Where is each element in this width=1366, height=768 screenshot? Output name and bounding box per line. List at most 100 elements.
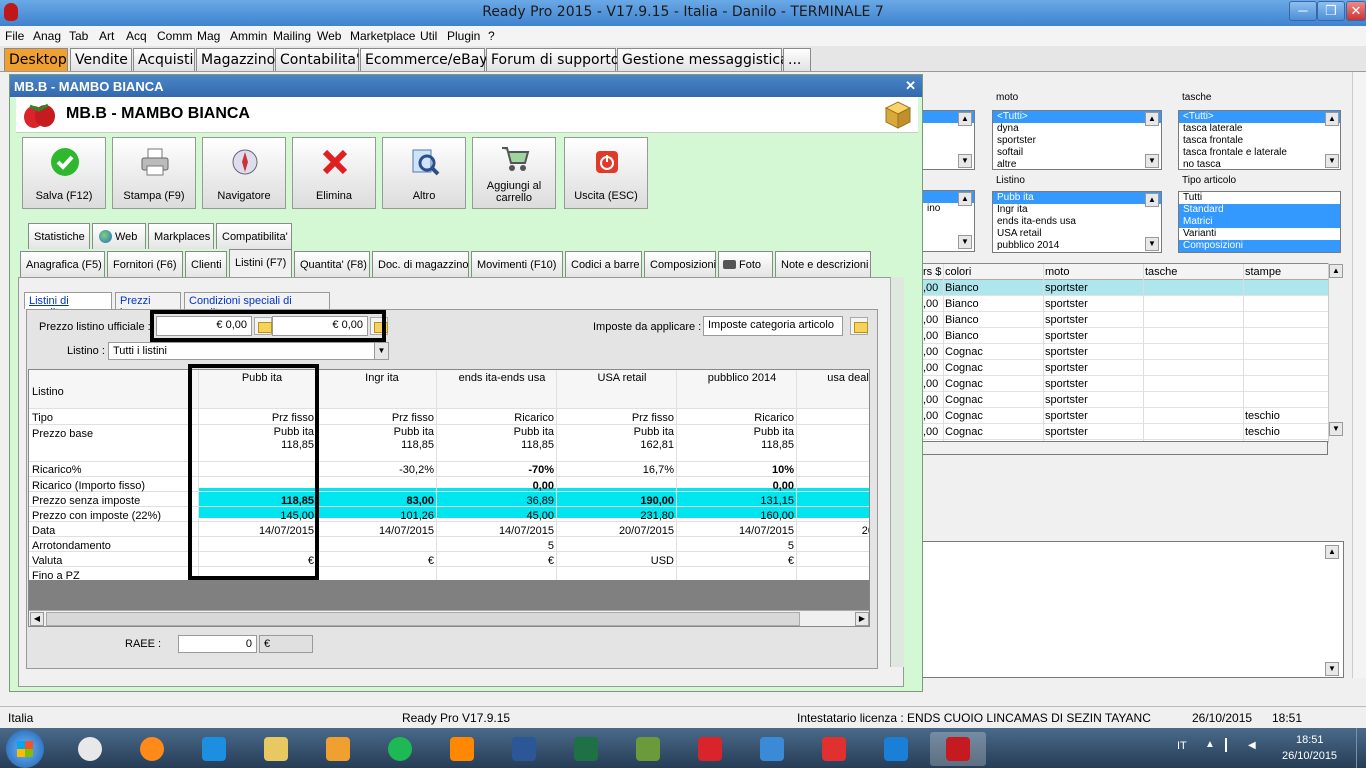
imposte-field[interactable]: Imposte categoria articolo: [703, 316, 843, 336]
tab-statistiche[interactable]: Statistiche: [28, 223, 90, 249]
tab-magazzino[interactable]: Magazzino: [196, 48, 275, 71]
start-button[interactable]: [6, 730, 44, 768]
table-row[interactable]: ,00 Cognac sportster: [923, 344, 1343, 360]
list-item[interactable]: Pubb ita: [993, 192, 1161, 204]
tipo-list[interactable]: Tutti Standard Matrici Varianti Composiz…: [1178, 191, 1341, 253]
scroll-down-icon[interactable]: ▼: [1325, 662, 1339, 676]
list-item[interactable]: Ingr ita: [993, 204, 1161, 216]
scroll-up-icon[interactable]: ▲: [1329, 264, 1343, 278]
subtab-prezzi-base[interactable]: Prezzi base: [115, 292, 181, 319]
scroll-down-icon[interactable]: ▼: [958, 235, 972, 249]
listino-select[interactable]: Tutti i listini ▼: [108, 342, 389, 360]
tab-clienti[interactable]: Clienti: [185, 251, 227, 277]
add-to-cart-button[interactable]: Aggiungi al carrello: [472, 137, 556, 209]
table-row[interactable]: ,00 Cognac sportster: [923, 360, 1343, 376]
scroll-down-icon[interactable]: ▼: [1145, 154, 1159, 168]
table-row[interactable]: ,00 Cognac sportster: [923, 376, 1343, 392]
desktop-scrollbar[interactable]: [1352, 72, 1366, 678]
table-row[interactable]: ,00 Bianco sportster: [923, 328, 1343, 344]
scroll-up-icon[interactable]: ▲: [1325, 545, 1339, 559]
tab-ecommerce[interactable]: Ecommerce/eBay: [360, 48, 488, 71]
menu-anag[interactable]: Anag: [33, 29, 61, 43]
raee-field[interactable]: 0: [178, 635, 257, 653]
other-button[interactable]: Altro: [382, 137, 466, 209]
tab-movimenti[interactable]: Movimenti (F10): [471, 251, 563, 277]
list-item[interactable]: tasca frontale: [1179, 135, 1340, 147]
price-grid[interactable]: ◀ ▶ Listino Tipo Prezzo base Ricarico% Ricar…: [28, 369, 870, 627]
table-row[interactable]: ,00 Cognac sportster teschio: [923, 408, 1343, 424]
clock-date[interactable]: 26/10/2015: [1282, 750, 1337, 762]
scroll-down-icon[interactable]: ▼: [1145, 237, 1159, 251]
list-item[interactable]: altre: [993, 159, 1161, 169]
tab-contabilita[interactable]: Contabilita': [275, 48, 360, 71]
scroll-left-icon[interactable]: ◀: [30, 612, 44, 626]
tab-messaggistica[interactable]: Gestione messaggistica: [617, 48, 789, 71]
tab-forum[interactable]: Forum di supporto: [486, 48, 619, 71]
list-item[interactable]: Standard: [1179, 204, 1340, 216]
table-row[interactable]: ,00 Bianco sportster: [923, 296, 1343, 312]
tab-markplaces[interactable]: Markplaces: [148, 223, 214, 249]
scroll-up-icon[interactable]: ▲: [958, 112, 972, 126]
list-item[interactable]: sportster: [993, 135, 1161, 147]
list-item[interactable]: USA retail: [993, 228, 1161, 240]
grid-hscrollbar[interactable]: [922, 441, 1328, 455]
scroll-right-icon[interactable]: ▶: [855, 612, 869, 626]
dialog-close-button[interactable]: ✕: [905, 78, 916, 94]
list-item[interactable]: <Tutti>: [1179, 111, 1340, 123]
tab-more[interactable]: ...: [783, 48, 811, 71]
tab-web[interactable]: Web: [92, 223, 146, 249]
exit-button[interactable]: Uscita (ESC): [564, 137, 648, 209]
menu-art[interactable]: Art: [99, 29, 114, 43]
taskbar-excel-button[interactable]: [558, 732, 614, 766]
print-button[interactable]: Stampa (F9): [112, 137, 196, 209]
taskbar-chrome-button[interactable]: [62, 732, 118, 766]
prezzo-field-2[interactable]: € 0,00: [272, 316, 368, 336]
tab-acquisti[interactable]: Acquisti: [133, 48, 195, 71]
navigator-button[interactable]: Navigatore: [202, 137, 286, 209]
taskbar-vlc-button[interactable]: [434, 732, 490, 766]
scroll-up-icon[interactable]: ▲: [1145, 193, 1159, 207]
articles-grid[interactable]: rs $ colori moto tasche stampe ,00 Bianco…: [922, 263, 1344, 443]
scroll-down-icon[interactable]: ▼: [1329, 422, 1343, 436]
taskbar-project-button[interactable]: [620, 732, 676, 766]
list-item[interactable]: <Tutti>: [993, 111, 1161, 123]
tab-compatibilita[interactable]: Compatibilita': [216, 223, 292, 249]
scroll-up-icon[interactable]: ▲: [1145, 112, 1159, 126]
tab-composizioni[interactable]: Composizioni: [644, 251, 716, 277]
scroll-thumb[interactable]: [46, 612, 800, 626]
grid-hscrollbar[interactable]: ◀ ▶: [29, 610, 869, 626]
save-button[interactable]: Salva (F12): [22, 137, 106, 209]
tab-codici-barre[interactable]: Codici a barre: [565, 251, 642, 277]
taskbar-firefox-button[interactable]: [124, 732, 180, 766]
table-row[interactable]: ,00 Cognac sportster: [923, 392, 1343, 408]
grid-scrollbar[interactable]: [1328, 263, 1344, 443]
taskbar-acrobat-button[interactable]: [806, 732, 862, 766]
menu-tab[interactable]: Tab: [69, 29, 88, 43]
taskbar-media-player-button[interactable]: [310, 732, 366, 766]
list-item[interactable]: dyna: [993, 123, 1161, 135]
taskbar-explorer-button[interactable]: [248, 732, 304, 766]
maximize-button[interactable]: ❐: [1317, 1, 1345, 21]
minimize-button[interactable]: ─: [1289, 1, 1317, 21]
list-item[interactable]: ends ita-ends usa: [993, 216, 1161, 228]
table-row[interactable]: ,00 Bianco sportster: [923, 312, 1343, 328]
scroll-down-icon[interactable]: ▼: [958, 154, 972, 168]
list-item[interactable]: tasca laterale: [1179, 123, 1340, 135]
list-item[interactable]: tasca frontale e laterale: [1179, 147, 1340, 159]
listino-list[interactable]: Pubb ita Ingr ita ends ita-ends usa USA …: [992, 191, 1162, 253]
subtab-listini-vendita[interactable]: Listini di vendita: [24, 292, 112, 319]
notes-area[interactable]: [922, 541, 1344, 678]
tab-fornitori[interactable]: Fornitori (F6): [107, 251, 183, 277]
menu-ammin[interactable]: Ammin: [230, 29, 267, 43]
taskbar-readypro-button[interactable]: [682, 732, 738, 766]
folder-icon[interactable]: [370, 317, 388, 335]
scroll-down-icon[interactable]: ▼: [1325, 154, 1339, 168]
language-indicator[interactable]: IT: [1177, 740, 1187, 752]
clock-time[interactable]: 18:51: [1296, 734, 1324, 746]
tab-quantita[interactable]: Quantita' (F8): [294, 251, 370, 277]
tab-note[interactable]: Note e descrizioni: [775, 251, 871, 277]
taskbar-teamviewer-button[interactable]: [868, 732, 924, 766]
menu-file[interactable]: File: [5, 29, 24, 43]
menu-web[interactable]: Web: [317, 29, 341, 43]
menu-acq[interactable]: Acq: [126, 29, 147, 43]
